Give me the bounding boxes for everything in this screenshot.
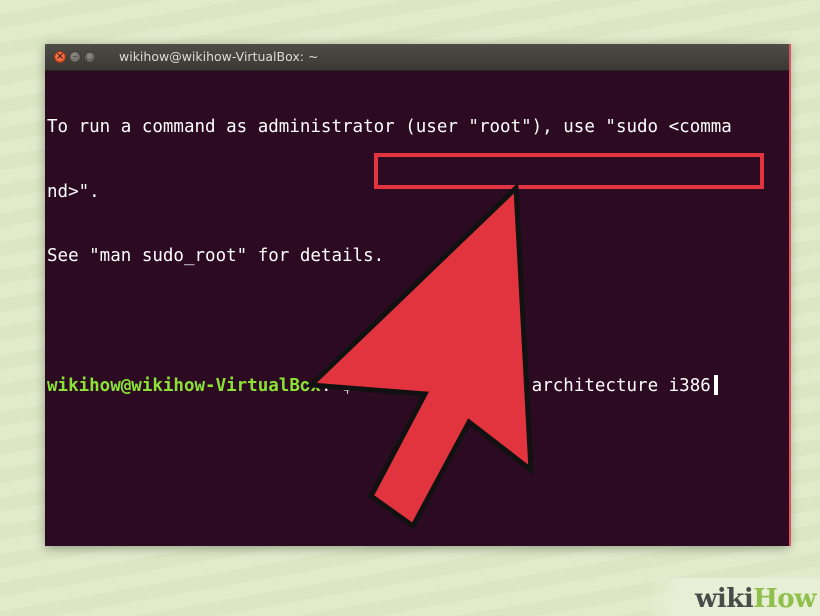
pointer-arrow-shape [305, 182, 534, 530]
pointer-arrow-icon [305, 182, 534, 530]
wikihow-logo: wikiHow [695, 584, 816, 614]
logo-wiki: wiki [695, 584, 754, 614]
logo-how: How [753, 584, 816, 614]
